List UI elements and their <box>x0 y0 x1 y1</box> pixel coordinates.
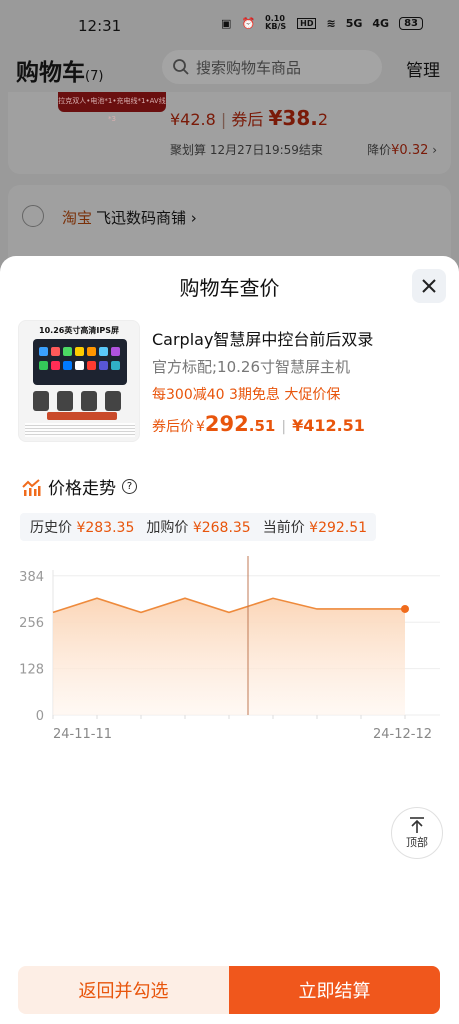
search-icon <box>173 59 189 75</box>
help-icon[interactable]: ? <box>122 479 137 494</box>
wifi-icon: ≋ <box>326 16 336 30</box>
coupon-price-dec: 2 <box>317 110 329 129</box>
product-name[interactable]: Carplay智慧屏中控台前后双录 <box>152 326 373 350</box>
arrow-up-icon <box>410 817 424 833</box>
close-button[interactable] <box>412 269 446 303</box>
price-check-sheet: 购物车查价 10.26英寸高清IPS屏 Carplay智慧屏中控台前后双录 官方… <box>0 256 459 1024</box>
current-label: 当前价 <box>262 520 305 536</box>
price-stats: 历史价 ¥283.35 加购价 ¥268.35 当前价 ¥292.51 <box>20 513 376 541</box>
signal-5g: 5G <box>345 16 363 30</box>
history-value: ¥283.35 <box>76 520 135 536</box>
product-image[interactable]: 10.26英寸高清IPS屏 <box>18 320 140 442</box>
net-speed: 0.10 KB/S <box>265 14 287 31</box>
alarm-icon: ⏰ <box>241 16 256 30</box>
price-separator: | <box>281 419 287 435</box>
product-price: 券后价 ¥ 292 .51 | ¥412.51 <box>152 412 365 436</box>
manage-button[interactable]: 管理 <box>406 56 440 81</box>
cart-price: 加购价 ¥268.35 <box>146 517 250 537</box>
return-and-select-button[interactable]: 返回并勾选 <box>18 966 229 1014</box>
current-value: ¥292.51 <box>309 520 368 536</box>
current-price: 当前价 ¥292.51 <box>263 517 367 537</box>
mount-illustration <box>105 391 121 411</box>
back-to-top-label: 顶部 <box>406 836 428 849</box>
signal-4g: 4G <box>372 16 390 30</box>
close-icon <box>422 279 436 293</box>
trend-header: 价格走势 ? <box>22 474 137 499</box>
action-footer: 返回并勾选 立即结算 <box>18 966 440 1014</box>
price-currency: ¥ <box>196 419 205 435</box>
coupon-label: 券后 <box>231 110 264 129</box>
mount-illustration <box>81 391 97 411</box>
price-trend-chart[interactable]: 0 128 256 384 24-11-11 24-12-12 <box>0 556 459 746</box>
search-placeholder: 搜索购物车商品 <box>196 58 302 77</box>
cart-header: 购物车(7) 搜索购物车商品 管理 <box>0 48 459 88</box>
platform-label: 淘宝 <box>62 209 93 227</box>
shop-select-radio[interactable] <box>22 205 44 227</box>
mount-illustration <box>33 391 49 411</box>
price-drop-label: 降价 <box>367 143 392 157</box>
cart-price-label: 加购价 <box>146 520 189 536</box>
current-price-marker <box>401 604 409 613</box>
y-tick-label: 0 <box>36 709 44 724</box>
hd-badge: HD <box>297 17 317 29</box>
status-icons: ▣ ⏰ 0.10 KB/S HD ≋ 5G 4G 83 <box>221 15 423 31</box>
y-tick-label: 256 <box>19 616 44 631</box>
checkout-button[interactable]: 立即结算 <box>229 966 440 1014</box>
back-to-top-button[interactable]: 顶部 <box>391 807 443 859</box>
cart-count: (7) <box>85 69 104 84</box>
y-tick-label: 128 <box>19 663 44 678</box>
thumb-tag <box>47 412 117 420</box>
screen-illustration <box>33 339 127 385</box>
x-tick-label: 24-11-11 <box>53 727 112 742</box>
coupon-price-label: 券后价 <box>152 419 194 435</box>
product-promo: 每300减40 3期免息 大促价保 <box>152 387 341 403</box>
page-title: 购物车(7) <box>16 53 103 87</box>
price-drop-value: ¥0.32 <box>391 143 429 158</box>
price-dec: .51 <box>248 417 276 435</box>
price-area <box>53 598 405 715</box>
thumb-title: 10.26英寸高清IPS屏 <box>39 326 119 335</box>
product-spec: 官方标配;10.26寸智慧屏主机 <box>152 358 350 376</box>
cart-item-card: 拉克双人•电池*1•充电线*1•AV线*3 ¥42.8 | 券后 ¥38.2 聚… <box>8 92 451 174</box>
battery-icon: 83 <box>399 16 423 30</box>
trend-chart-icon <box>22 478 41 496</box>
shop-name-text: 飞迅数码商铺 <box>96 209 187 227</box>
sheet-title: 购物车查价 <box>179 276 280 300</box>
y-tick-label: 384 <box>19 570 44 585</box>
status-time: 12:31 <box>78 17 122 35</box>
item-price-value: ¥42.8 <box>170 110 216 129</box>
page-title-text: 购物车 <box>16 60 85 86</box>
original-price: ¥412.51 <box>292 416 365 435</box>
history-price: 历史价 ¥283.35 <box>30 517 134 537</box>
history-label: 历史价 <box>30 520 72 536</box>
coupon-price-int: ¥38. <box>268 106 318 130</box>
item-price: ¥42.8 | 券后 ¥38.2 <box>170 106 329 130</box>
mount-illustration <box>57 391 73 411</box>
nfc-icon: ▣ <box>221 16 232 30</box>
x-tick-label: 24-12-12 <box>373 727 432 742</box>
cart-price-value: ¥268.35 <box>192 520 251 536</box>
product-banner: 拉克双人•电池*1•充电线*1•AV线*3 <box>58 92 166 123</box>
background-page: 12:31 ▣ ⏰ 0.10 KB/S HD ≋ 5G 4G 83 购物车(7)… <box>0 0 459 275</box>
search-input[interactable]: 搜索购物车商品 <box>162 50 382 84</box>
shop-name[interactable]: 淘宝 飞迅数码商铺 › <box>62 207 197 228</box>
promo-info: 聚划算 12月27日19:59结束 <box>170 143 323 157</box>
price-int: 292 <box>204 412 249 436</box>
status-bar: 12:31 ▣ ⏰ 0.10 KB/S HD ≋ 5G 4G 83 <box>0 0 459 44</box>
trend-title: 价格走势 <box>48 479 116 499</box>
thumb-text-lines <box>25 423 135 437</box>
price-drop[interactable]: 降价¥0.32 › <box>367 141 437 158</box>
